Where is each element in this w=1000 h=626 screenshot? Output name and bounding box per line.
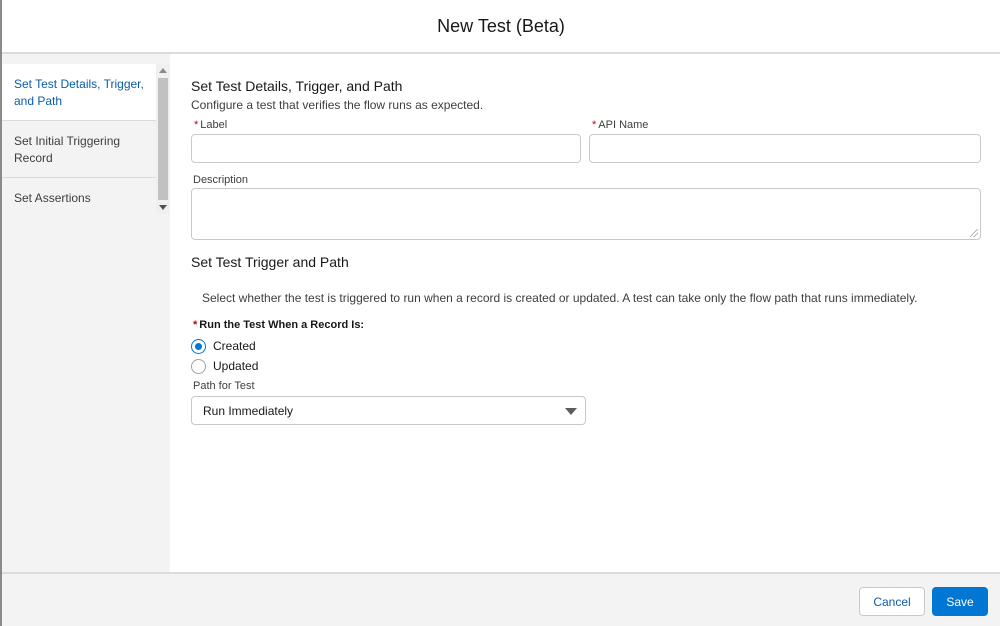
label-input[interactable] <box>191 134 581 163</box>
test-form: Set Test Details, Trigger, and Path Conf… <box>191 54 981 572</box>
sidebar-item-label: Set Assertions <box>14 191 91 205</box>
api-name-input[interactable] <box>589 134 981 163</box>
step-nav-list: Set Test Details, Trigger, and Path Set … <box>2 64 156 218</box>
run-when-label: * Run the Test When a Record Is: <box>193 319 365 331</box>
cancel-button[interactable]: Cancel <box>859 587 925 616</box>
description-textarea[interactable] <box>191 188 981 240</box>
radio-label: Updated <box>213 359 259 373</box>
save-button[interactable]: Save <box>932 587 988 616</box>
sidebar-item-assertions[interactable]: Set Assertions <box>2 178 156 218</box>
sidebar-item-label: Record <box>14 151 53 165</box>
radio-checked-icon[interactable] <box>191 338 206 354</box>
radio-unchecked-icon[interactable] <box>191 358 206 374</box>
sidebar-item-test-details[interactable]: Set Test Details, Trigger, and Path <box>2 64 156 121</box>
path-for-test-select[interactable]: Run Immediately <box>191 396 586 425</box>
step-sidebar: Set Test Details, Trigger, and Path Set … <box>2 54 170 572</box>
modal-body: Set Test Details, Trigger, and Path Set … <box>2 54 1000 572</box>
sidebar-scrollbar[interactable] <box>156 64 170 214</box>
resize-handle-icon[interactable] <box>970 229 978 237</box>
scroll-down-arrow-icon[interactable] <box>159 205 167 210</box>
label-field-label: * Label <box>194 119 228 131</box>
modal-title: New Test (Beta) <box>437 15 565 36</box>
section-title-details: Set Test Details, Trigger, and Path <box>191 78 403 94</box>
required-marker: * <box>193 319 198 331</box>
section-title-trigger: Set Test Trigger and Path <box>191 254 349 270</box>
path-for-test-label: Path for Test <box>193 380 255 392</box>
sidebar-item-initial-record[interactable]: Set Initial Triggering Record <box>2 121 156 178</box>
select-value: Run Immediately <box>203 403 294 418</box>
scroll-up-arrow-icon[interactable] <box>159 68 167 73</box>
modal-header: New Test (Beta) <box>2 0 1000 54</box>
required-marker: * <box>194 119 199 131</box>
trigger-help-text: Select whether the test is triggered to … <box>202 291 918 305</box>
modal-footer: Cancel Save <box>2 572 1000 626</box>
sidebar-item-label: and Path <box>14 94 63 108</box>
scroll-thumb[interactable] <box>158 78 168 200</box>
sidebar-item-label: Set Test Details, Trigger, <box>14 77 144 91</box>
new-test-modal: New Test (Beta) Set Test Details, Trigge… <box>2 0 1000 626</box>
sidebar-item-label: Set Initial Triggering <box>14 134 121 148</box>
chevron-down-icon <box>565 408 577 415</box>
radio-option-updated[interactable]: Updated <box>191 357 258 375</box>
section-description: Configure a test that verifies the flow … <box>191 98 484 112</box>
radio-option-created[interactable]: Created <box>191 337 256 355</box>
radio-label: Created <box>213 339 256 353</box>
required-marker: * <box>592 119 597 131</box>
api-name-field-label: * API Name <box>592 119 649 131</box>
description-field-label: Description <box>193 174 249 186</box>
